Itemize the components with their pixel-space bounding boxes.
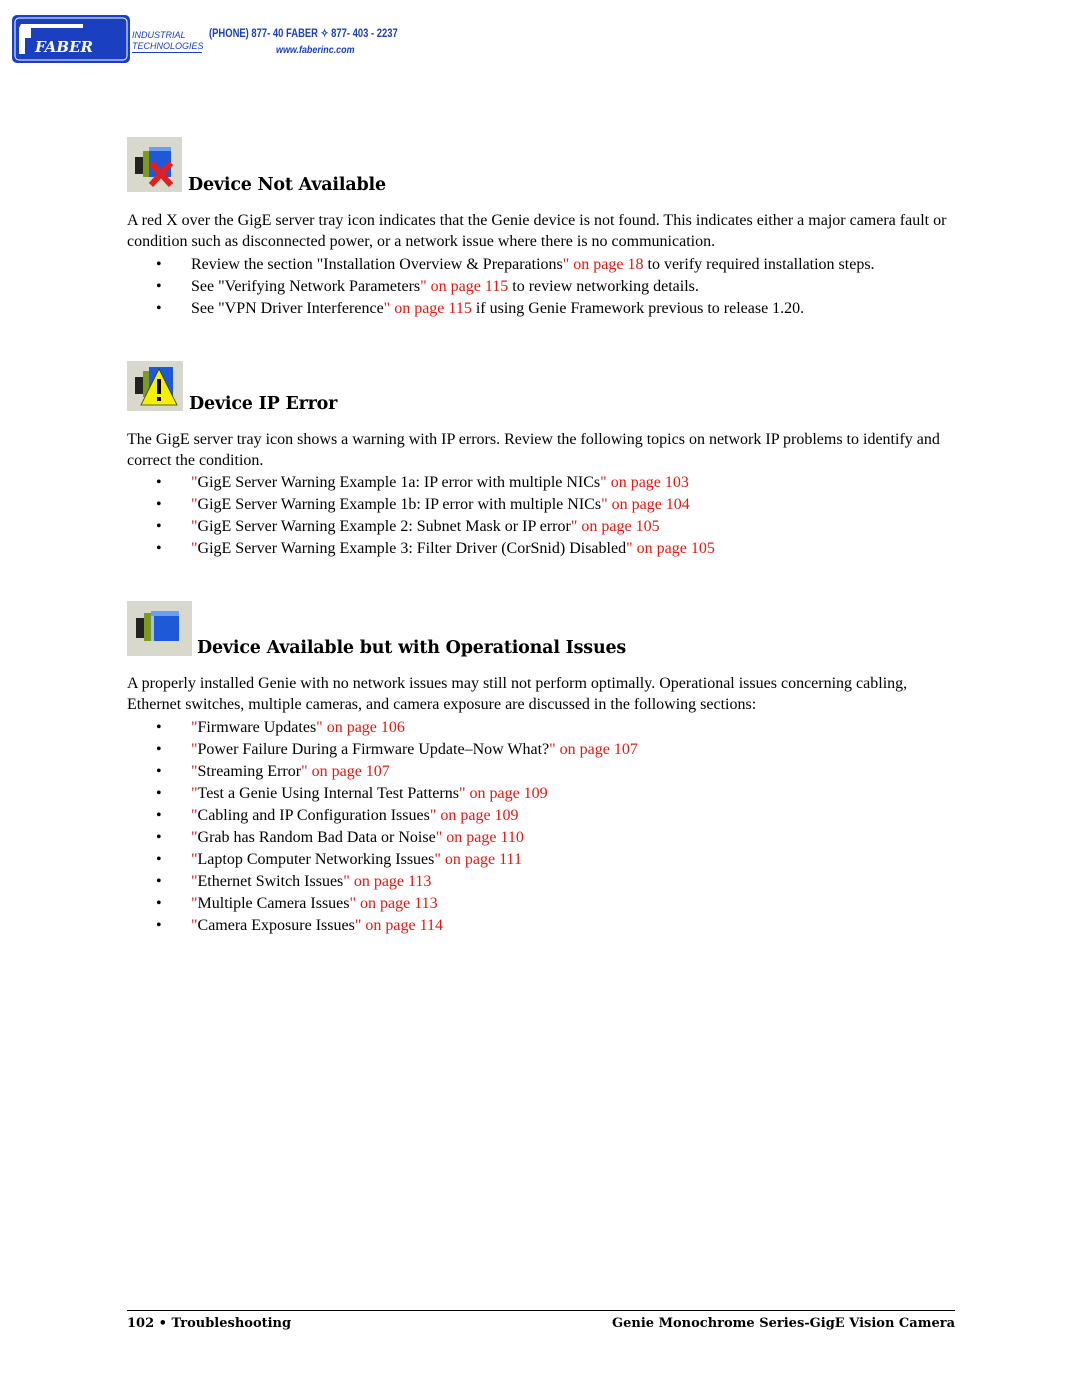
bullet-icon: •: [156, 851, 162, 868]
bullet-icon: •: [156, 741, 162, 758]
logo-subtitle: INDUSTRIAL TECHNOLOGIES: [132, 30, 204, 53]
list-item: • "Ethernet Switch Issues" on page 113: [127, 871, 638, 893]
footer-document-title: Genie Monochrome Series-GigE Vision Came…: [612, 1316, 955, 1331]
footer-divider: [127, 1310, 955, 1311]
list-item: • "Firmware Updates" on page 106: [127, 717, 638, 739]
item-text: to verify required installation steps.: [643, 256, 875, 273]
list-item: • "Grab has Random Bad Data or Noise" on …: [127, 827, 638, 849]
page-link[interactable]: " on page 110: [436, 829, 524, 846]
page-link[interactable]: " on page 111: [434, 851, 522, 868]
page-link[interactable]: " on page 103: [600, 474, 689, 491]
item-text: Firmware Updates: [197, 719, 317, 736]
item-text: GigE Server Warning Example 2: Subnet Ma…: [197, 518, 571, 535]
list-item: • See "Verifying Network Parameters" on p…: [127, 276, 875, 298]
item-text: if using Genie Framework previous to rel…: [471, 300, 805, 317]
item-text: Streaming Error: [197, 763, 302, 780]
item-text: Test a Genie Using Internal Test Pattern…: [197, 785, 459, 802]
paragraph: A red X over the GigE server tray icon i…: [127, 212, 947, 250]
bullet-icon: •: [156, 763, 162, 780]
page-link[interactable]: " on page 113: [343, 873, 431, 890]
camera-ok-icon: [127, 601, 192, 656]
bullet-icon: •: [156, 518, 162, 535]
item-text: Cabling and IP Configuration Issues: [197, 807, 430, 824]
list-item: • "GigE Server Warning Example 1b: IP err…: [127, 494, 715, 516]
page-link[interactable]: " on page 109: [430, 807, 519, 824]
bullet-icon: •: [156, 829, 162, 846]
bullet-icon: •: [156, 300, 162, 317]
camera-warning-icon: [127, 361, 183, 411]
bullet-icon: •: [156, 256, 162, 273]
bullet-list: • "Firmware Updates" on page 106 • "Power …: [127, 717, 638, 937]
item-text: Grab has Random Bad Data or Noise: [197, 829, 436, 846]
bullet-icon: •: [156, 540, 162, 557]
item-text: to review networking details.: [508, 278, 699, 295]
bullet-icon: •: [156, 719, 162, 736]
page-link[interactable]: " on page 107: [549, 741, 638, 758]
list-item: • Review the section "Installation Overvi…: [127, 254, 875, 276]
list-item: • "Laptop Computer Networking Issues" on …: [127, 849, 638, 871]
bullet-icon: •: [156, 917, 162, 934]
bullet-icon: •: [156, 895, 162, 912]
item-text: GigE Server Warning Example 3: Filter Dr…: [197, 540, 627, 557]
list-item: • "GigE Server Warning Example 3: Filter …: [127, 538, 715, 560]
list-item: • See "VPN Driver Interference" on page 1…: [127, 298, 875, 320]
item-text: Laptop Computer Networking Issues: [197, 851, 435, 868]
item-text: Review the section "Installation Overvie…: [191, 256, 563, 273]
heading-device-available-operational-issues: Device Available but with Operational Is…: [197, 638, 627, 658]
bullet-icon: •: [156, 785, 162, 802]
bullet-icon: •: [156, 474, 162, 491]
page-link[interactable]: " on page 105: [571, 518, 660, 535]
list-item: • "Multiple Camera Issues" on page 113: [127, 893, 638, 915]
list-item: • "Test a Genie Using Internal Test Patte…: [127, 783, 638, 805]
page-link[interactable]: " on page 115: [384, 300, 472, 317]
item-text: See "Verifying Network Parameters: [191, 278, 421, 295]
paragraph: A properly installed Genie with no netwo…: [127, 675, 908, 713]
list-item: • "Power Failure During a Firmware Update…: [127, 739, 638, 761]
item-text: GigE Server Warning Example 1a: IP error…: [197, 474, 601, 491]
camera-red-x-icon: [127, 137, 182, 192]
page-link[interactable]: " on page 104: [601, 496, 690, 513]
bullet-list: • "GigE Server Warning Example 1a: IP err…: [127, 472, 715, 560]
page-link[interactable]: " on page 18: [563, 256, 644, 273]
website-link[interactable]: www.faberinc.com: [276, 44, 355, 56]
faber-logo: FABER: [11, 14, 131, 64]
heading-device-ip-error: Device IP Error: [189, 394, 338, 414]
page-link[interactable]: " on page 115: [420, 278, 508, 295]
list-item: • "GigE Server Warning Example 2: Subnet …: [127, 516, 715, 538]
list-item: • "GigE Server Warning Example 1a: IP err…: [127, 472, 715, 494]
page-link[interactable]: " on page 105: [626, 540, 715, 557]
page-link[interactable]: " on page 109: [459, 785, 548, 802]
heading-device-not-available: Device Not Available: [188, 175, 386, 195]
bullet-list: • Review the section "Installation Overvi…: [127, 254, 875, 320]
logo-sub-industrial: INDUSTRIAL: [132, 30, 186, 40]
bullet-icon: •: [156, 873, 162, 890]
logo-sub-technologies: TECHNOLOGIES: [132, 41, 204, 53]
bullet-icon: •: [156, 496, 162, 513]
page-link[interactable]: " on page 106: [316, 719, 405, 736]
item-text: GigE Server Warning Example 1b: IP error…: [197, 496, 602, 513]
item-text: See "VPN Driver Interference: [191, 300, 384, 317]
paragraph: The GigE server tray icon shows a warnin…: [127, 431, 940, 469]
item-text: Power Failure During a Firmware Update–N…: [197, 741, 550, 758]
item-text: Multiple Camera Issues: [197, 895, 350, 912]
footer-page-section: 102 • Troubleshooting: [127, 1316, 292, 1331]
bullet-icon: •: [156, 278, 162, 295]
phone-number: (PHONE) 877- 40 FABER ✧ 877- 403 - 2237: [209, 28, 398, 40]
page-link[interactable]: " on page 107: [301, 763, 390, 780]
list-item: • "Cabling and IP Configuration Issues" o…: [127, 805, 638, 827]
item-text: Camera Exposure Issues: [197, 917, 355, 934]
item-text: Ethernet Switch Issues: [197, 873, 344, 890]
page-link[interactable]: " on page 114: [355, 917, 443, 934]
list-item: • "Camera Exposure Issues" on page 114: [127, 915, 638, 937]
page-link[interactable]: " on page 113: [350, 895, 438, 912]
svg-text:FABER: FABER: [34, 38, 93, 56]
bullet-icon: •: [156, 807, 162, 824]
list-item: • "Streaming Error" on page 107: [127, 761, 638, 783]
